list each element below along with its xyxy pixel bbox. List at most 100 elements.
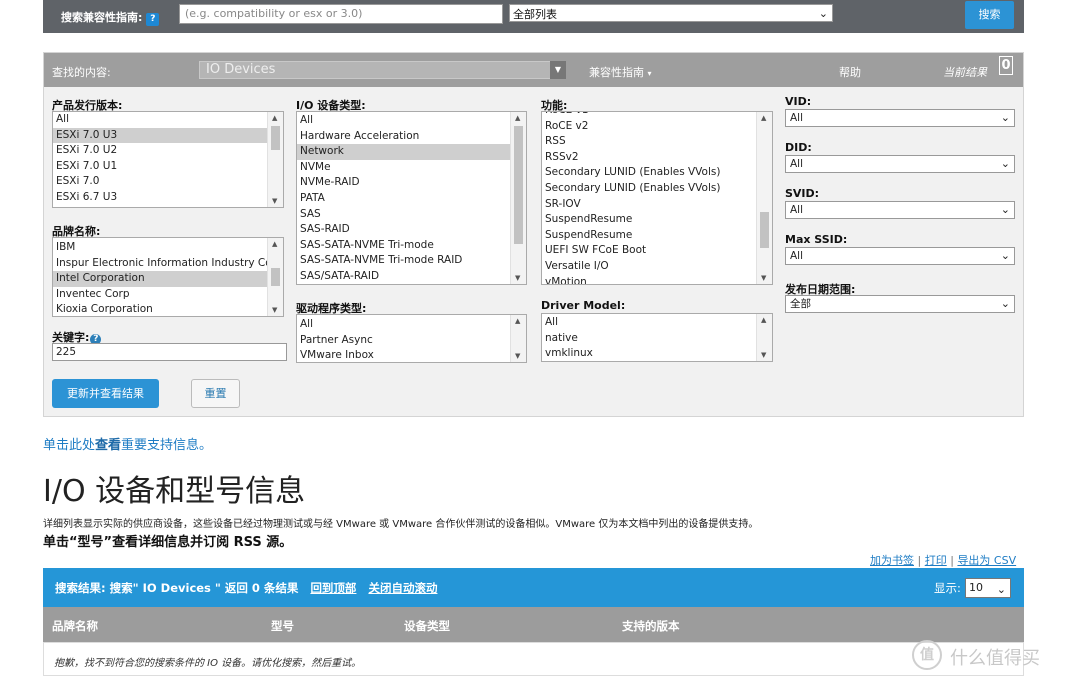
scroll-down-icon[interactable]: ▼ [515, 274, 520, 282]
driver-type-listbox[interactable]: All Partner Async VMware Inbox ▲ ▼ [296, 314, 527, 363]
io-type-option[interactable]: SAS/SATA-RAID [297, 269, 510, 284]
bookmark-link[interactable]: 加为书签 [870, 554, 914, 567]
svid-select[interactable]: All ⌄ [785, 201, 1015, 219]
scroll-up-icon[interactable]: ▲ [761, 316, 766, 324]
scroll-thumb[interactable] [271, 126, 280, 150]
release-option[interactable]: ESXi 7.0 U1 [53, 159, 267, 175]
release-option[interactable]: ESXi 7.0 U2 [53, 143, 267, 159]
release-date-select[interactable]: 全部 ⌄ [785, 295, 1015, 313]
scroll-down-icon[interactable]: ▼ [272, 306, 277, 314]
col-brand[interactable]: 品牌名称 [52, 618, 98, 634]
chevron-down-icon: ⌄ [1000, 249, 1010, 262]
scrollbar[interactable]: ▲ ▼ [756, 112, 772, 284]
search-input[interactable]: (e.g. compatibility or esx or 3.0) [179, 4, 503, 24]
driver-model-listbox[interactable]: All native vmklinux ▲ ▼ [541, 313, 773, 362]
scroll-up-icon[interactable]: ▲ [272, 240, 277, 248]
brand-option[interactable]: IBM [53, 240, 267, 256]
feature-option[interactable]: UEFI SW FCoE Boot [542, 243, 756, 259]
release-option[interactable]: ESXi 6.7 U3 [53, 190, 267, 206]
compat-guide-menu[interactable]: 兼容性指南 ▾ [589, 64, 652, 80]
scrollbar[interactable]: ▲ ▼ [267, 112, 283, 207]
driver-type-option[interactable]: All [297, 317, 510, 333]
col-supported-versions[interactable]: 支持的版本 [622, 618, 680, 634]
io-type-option[interactable]: PATA [297, 191, 510, 207]
keyword-input[interactable]: 225 [52, 343, 287, 361]
help-icon[interactable]: ? [146, 13, 160, 26]
io-type-option[interactable]: Network [297, 144, 510, 160]
lookfor-label: 查找的内容: [52, 66, 111, 79]
scroll-thumb[interactable] [760, 212, 769, 248]
scroll-thumb[interactable] [514, 126, 523, 244]
io-type-option[interactable]: SAS [297, 207, 510, 223]
show-label: 显示: [934, 581, 961, 595]
driver-model-option[interactable]: All [542, 315, 756, 331]
io-type-option[interactable]: All [297, 113, 510, 129]
help-link[interactable]: 帮助 [839, 64, 861, 80]
scroll-down-icon[interactable]: ▼ [272, 197, 277, 205]
release-listbox[interactable]: All ESXi 7.0 U3 ESXi 7.0 U2 ESXi 7.0 U1 ESXi… [52, 111, 284, 208]
guide-select[interactable]: 全部列表 ⌄ [509, 4, 833, 22]
feature-option[interactable]: Secondary LUNID (Enables VVols) [542, 181, 756, 197]
feature-option[interactable]: RSS [542, 134, 756, 150]
io-type-option[interactable]: Hardware Acceleration [297, 129, 510, 145]
io-type-option[interactable]: NVMe-RAID [297, 175, 510, 191]
feature-option[interactable]: Secondary LUNID (Enables VVols) [542, 165, 756, 181]
feature-option[interactable]: RoCE v2 [542, 119, 756, 135]
lookfor-select[interactable]: IO Devices ▼ [199, 61, 566, 79]
scrollbar[interactable]: ▲ ▼ [510, 315, 526, 362]
scroll-down-icon[interactable]: ▼ [761, 274, 766, 282]
scroll-down-icon[interactable]: ▼ [761, 351, 766, 359]
release-option[interactable]: ESXi 7.0 U3 [53, 127, 267, 144]
scroll-up-icon[interactable]: ▲ [515, 317, 520, 325]
feature-option[interactable]: SuspendResume [542, 228, 756, 244]
scrollbar[interactable]: ▲ ▼ [510, 112, 526, 284]
io-type-option[interactable]: SAS-SATA-NVME Tri-mode RAID [297, 253, 510, 269]
io-type-option[interactable]: SAS-SATA-NVME Tri-mode [297, 238, 510, 254]
scrollbar[interactable]: ▲ ▼ [756, 314, 772, 361]
results-table-header: 品牌名称 型号 设备类型 支持的版本 [43, 607, 1024, 642]
feature-listbox[interactable]: RoCE v1RoCE v2RSSRSSv2Secondary LUNID (E… [541, 111, 773, 285]
chevron-down-icon: ⌄ [996, 583, 1006, 596]
feature-option[interactable]: RoCE v1 [542, 112, 756, 119]
brand-option[interactable]: Kioxia Corporation [53, 302, 267, 316]
close-autoscroll-link[interactable]: 关闭自动滚动 [368, 581, 437, 595]
driver-model-option[interactable]: native [542, 331, 756, 347]
brand-option[interactable]: Inspur Electronic Information Industry C… [53, 256, 267, 272]
io-type-option[interactable]: SAS-RAID [297, 222, 510, 238]
update-results-button[interactable]: 更新并查看结果 [52, 379, 159, 408]
scroll-up-icon[interactable]: ▲ [272, 114, 277, 122]
scroll-up-icon[interactable]: ▲ [515, 114, 520, 122]
export-csv-link[interactable]: 导出为 CSV [957, 554, 1016, 567]
io-type-listbox[interactable]: All Hardware Acceleration Network NVMe NVMe-… [296, 111, 527, 285]
did-select[interactable]: All ⌄ [785, 155, 1015, 173]
print-link[interactable]: 打印 [925, 554, 947, 567]
max-ssid-select[interactable]: All ⌄ [785, 247, 1015, 265]
col-model[interactable]: 型号 [271, 618, 294, 634]
col-device-type[interactable]: 设备类型 [404, 618, 450, 634]
driver-type-option[interactable]: VMware Inbox [297, 348, 510, 362]
feature-option[interactable]: SR-IOV [542, 197, 756, 213]
page-actions: 加为书签 | 打印 | 导出为 CSV [870, 552, 1016, 568]
scrollbar[interactable]: ▲ ▼ [267, 238, 283, 316]
release-option[interactable]: ESXi 7.0 [53, 174, 267, 190]
driver-model-option[interactable]: vmklinux [542, 346, 756, 361]
feature-option[interactable]: vMotion [542, 275, 756, 284]
scroll-thumb[interactable] [271, 268, 280, 286]
driver-type-option[interactable]: Partner Async [297, 333, 510, 349]
reset-button[interactable]: 重置 [191, 379, 240, 408]
io-type-option[interactable]: NVMe [297, 160, 510, 176]
feature-option[interactable]: RSSv2 [542, 150, 756, 166]
release-option[interactable]: All [53, 112, 267, 128]
scroll-up-icon[interactable]: ▲ [761, 114, 766, 122]
brand-option[interactable]: Inventec Corp [53, 287, 267, 303]
scroll-down-icon[interactable]: ▼ [515, 352, 520, 360]
back-to-top-link[interactable]: 回到顶部 [310, 581, 356, 595]
brand-option[interactable]: Intel Corporation [53, 271, 267, 287]
feature-option[interactable]: SuspendResume [542, 212, 756, 228]
top-search-button[interactable]: 搜索 [965, 1, 1014, 29]
feature-option[interactable]: Versatile I/O [542, 259, 756, 275]
vid-select[interactable]: All ⌄ [785, 109, 1015, 127]
brand-listbox[interactable]: IBM Inspur Electronic Information Industr… [52, 237, 284, 317]
per-page-select[interactable]: 10 ⌄ [965, 578, 1011, 598]
support-info-link[interactable]: 单击此处查看重要支持信息。 [43, 434, 212, 453]
